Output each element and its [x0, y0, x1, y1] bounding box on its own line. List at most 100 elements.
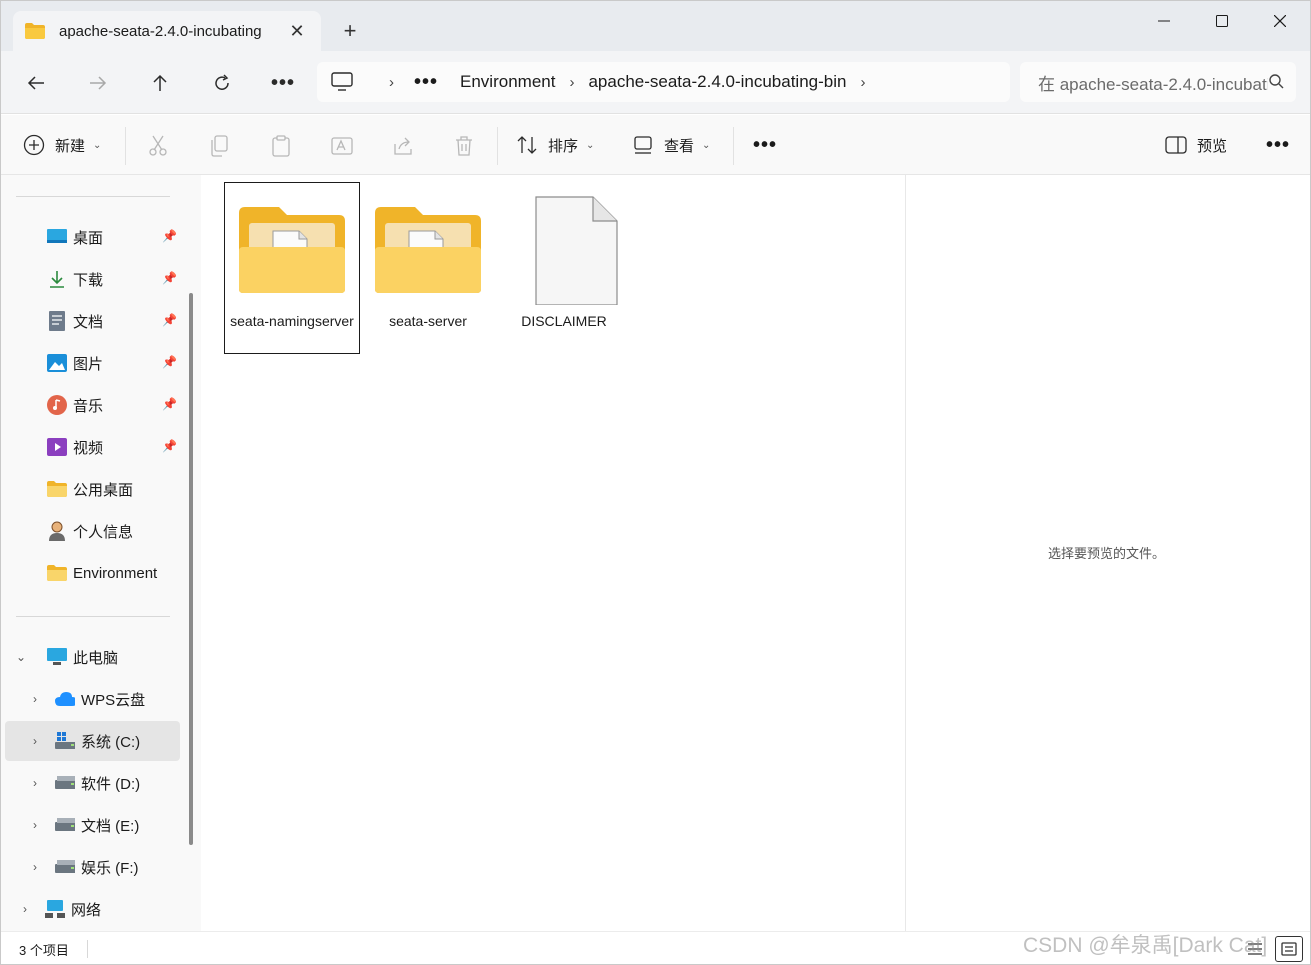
preview-pane-button[interactable]: 预览	[1165, 129, 1227, 161]
chevron-right-icon[interactable]: ›	[25, 818, 45, 832]
search-box[interactable]: 在 apache-seata-2.4.0-incubating-bin 中搜索	[1020, 62, 1296, 102]
sidebar-item-wps-cloud[interactable]: › WPS云盘	[5, 679, 180, 719]
file-name: seata-namingserver	[230, 313, 354, 329]
chevron-right-icon[interactable]: ›	[25, 860, 45, 874]
details-more-button[interactable]: •••	[1266, 129, 1290, 161]
copy-icon[interactable]	[206, 133, 232, 159]
sidebar-item-drive-e[interactable]: › 文档 (E:)	[5, 805, 180, 845]
sidebar-item-documents[interactable]: 文档 📌	[5, 301, 180, 341]
close-icon[interactable]	[1251, 1, 1309, 41]
sidebar-item-desktop[interactable]: 桌面 📌	[5, 217, 180, 257]
sidebar-item-downloads[interactable]: 下载 📌	[5, 259, 180, 299]
delete-icon[interactable]	[451, 133, 477, 159]
file-name: DISCLAIMER	[521, 313, 607, 329]
breadcrumb-chevron-icon: ›	[389, 73, 394, 91]
sort-icon	[516, 134, 538, 156]
chevron-down-icon[interactable]: ⌄	[11, 650, 31, 664]
paste-icon[interactable]	[268, 133, 294, 159]
sidebar-item-label: 文档	[73, 313, 104, 331]
pin-icon[interactable]: 📌	[162, 439, 177, 453]
sidebar-item-label: 娱乐 (F:)	[81, 859, 139, 877]
command-bar: 新建 ⌄ 排序 ⌄ 查看 ⌄ ••• 预览 •••	[1, 115, 1310, 175]
view-layout-icon	[632, 134, 654, 156]
breadcrumb-chevron-icon[interactable]: ›	[860, 74, 865, 91]
cut-icon[interactable]	[145, 133, 171, 159]
item-count: 3 个项目	[19, 943, 69, 958]
search-input[interactable]: 在 apache-seata-2.4.0-incubating-bin 中搜索	[1038, 70, 1268, 95]
navigation-bar: ••• › ••• Environment › apache-seata-2.4…	[1, 51, 1310, 114]
sidebar-item-this-pc[interactable]: ⌄ 此电脑	[5, 637, 180, 677]
sidebar-item-label: 音乐	[73, 397, 104, 415]
tab-current-folder[interactable]: apache-seata-2.4.0-incubating ✕	[13, 11, 321, 51]
breadcrumb-item-environment[interactable]: Environment	[460, 72, 555, 92]
sidebar-item-label: 视频	[73, 439, 104, 457]
pin-icon[interactable]: 📌	[162, 313, 177, 327]
pin-icon[interactable]: 📌	[162, 355, 177, 369]
sidebar-item-music[interactable]: 音乐 📌	[5, 385, 180, 425]
more-options-icon[interactable]: •••	[266, 66, 300, 100]
tab-close-icon[interactable]: ✕	[283, 17, 311, 45]
preview-message: 选择要预览的文件。	[1047, 546, 1165, 561]
sidebar-item-label: 桌面	[73, 229, 104, 247]
folder-item-seata-namingserver[interactable]: seata-namingserver	[224, 182, 360, 354]
sidebar-item-personal-info[interactable]: 个人信息	[5, 511, 180, 551]
breadcrumb-ellipsis[interactable]: •••	[414, 71, 438, 94]
file-item-disclaimer[interactable]: DISCLAIMER	[497, 183, 631, 353]
new-button[interactable]: 新建 ⌄	[23, 129, 101, 161]
sidebar-item-network[interactable]: › 网络	[5, 889, 180, 929]
maximize-icon[interactable]	[1193, 1, 1251, 41]
sidebar-item-drive-d[interactable]: › 软件 (D:)	[5, 763, 180, 803]
share-icon[interactable]	[390, 133, 416, 159]
view-button[interactable]: 查看 ⌄	[632, 129, 710, 161]
add-circle-icon	[23, 134, 45, 156]
sidebar-item-label: 此电脑	[73, 649, 119, 667]
chevron-right-icon[interactable]: ›	[15, 902, 35, 916]
sidebar-item-public-desktop[interactable]: 公用桌面	[5, 469, 180, 509]
pin-icon[interactable]: 📌	[162, 229, 177, 243]
chevron-right-icon[interactable]: ›	[25, 734, 45, 748]
sidebar-divider	[16, 196, 170, 197]
file-list: seata-namingserver seata-server DISCLAIM…	[203, 175, 905, 931]
sidebar-item-videos[interactable]: 视频 📌	[5, 427, 180, 467]
navigation-pane: 桌面 📌 下载 📌 文档 📌 图片 📌 音乐 📌 视频 📌 公用桌面 个人信息 …	[1, 175, 183, 931]
minimize-icon[interactable]	[1135, 1, 1193, 41]
chevron-right-icon[interactable]: ›	[25, 776, 45, 790]
see-more-button[interactable]: •••	[753, 129, 777, 161]
sidebar-item-drive-c[interactable]: › 系统 (C:)	[5, 721, 180, 761]
sidebar-item-environment[interactable]: Environment	[5, 553, 180, 593]
tab-title: apache-seata-2.4.0-incubating	[59, 22, 262, 40]
folder-icon	[237, 193, 347, 305]
sidebar-scrollbar-thumb[interactable]	[189, 293, 193, 845]
folder-item-seata-server[interactable]: seata-server	[361, 183, 495, 353]
file-name: seata-server	[389, 313, 467, 329]
toolbar-divider	[125, 127, 126, 165]
up-arrow-icon[interactable]	[143, 66, 177, 100]
sidebar-item-label: 软件 (D:)	[81, 775, 141, 793]
back-arrow-icon[interactable]	[19, 66, 53, 100]
new-tab-button[interactable]: +	[336, 17, 364, 45]
user-icon	[47, 521, 67, 541]
desktop-icon	[47, 227, 67, 247]
sidebar-item-label: 公用桌面	[73, 481, 134, 499]
sidebar-item-pictures[interactable]: 图片 📌	[5, 343, 180, 383]
sidebar-item-label: WPS云盘	[81, 691, 146, 709]
sidebar-item-label: Environment	[73, 564, 158, 582]
refresh-icon[interactable]	[205, 66, 239, 100]
pin-icon[interactable]: 📌	[162, 271, 177, 285]
search-icon[interactable]	[1268, 73, 1284, 92]
system-drive-icon	[55, 731, 75, 751]
sidebar-item-drive-f[interactable]: › 娱乐 (F:)	[5, 847, 180, 887]
chevron-right-icon[interactable]: ›	[25, 692, 45, 706]
videos-icon	[47, 437, 67, 457]
forward-arrow-icon[interactable]	[81, 66, 115, 100]
pin-icon[interactable]: 📌	[162, 397, 177, 411]
large-icons-view-icon[interactable]	[1275, 936, 1303, 962]
sidebar-item-label: 个人信息	[73, 523, 134, 541]
address-bar[interactable]: › ••• Environment › apache-seata-2.4.0-i…	[317, 62, 1010, 102]
rename-icon[interactable]	[329, 133, 355, 159]
folder-icon	[373, 193, 483, 305]
computer-icon	[47, 647, 67, 667]
breadcrumb-item-current[interactable]: apache-seata-2.4.0-incubating-bin	[588, 72, 846, 92]
view-button-label: 查看	[664, 137, 695, 155]
sort-button[interactable]: 排序 ⌄	[516, 129, 594, 161]
